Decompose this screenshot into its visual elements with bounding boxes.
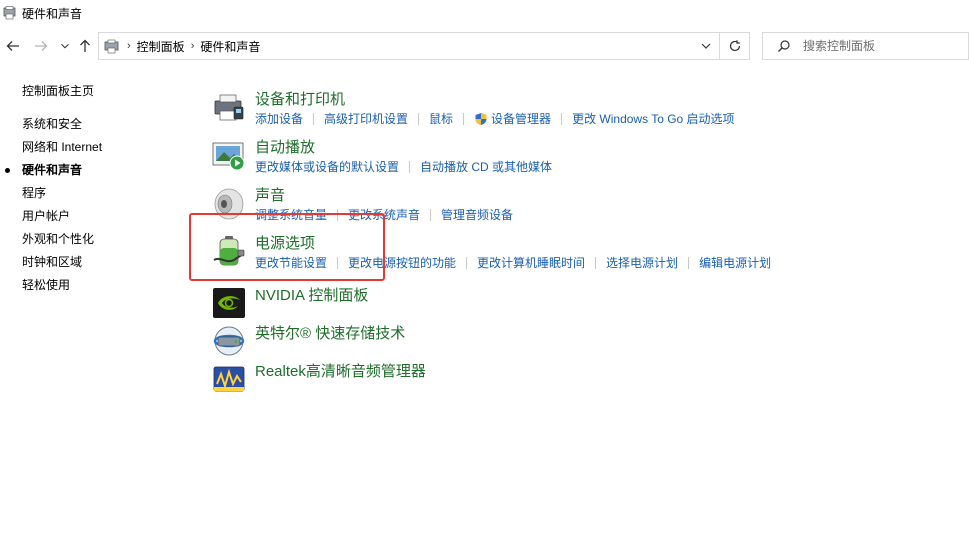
category-title[interactable]: 设备和打印机: [255, 88, 345, 109]
link-media-defaults[interactable]: 更改媒体或设备的默认设置: [255, 158, 399, 175]
sidebar-item-appearance[interactable]: 外观和个性化: [22, 232, 192, 255]
sidebar-item-clock-region[interactable]: 时钟和区域: [22, 255, 192, 278]
refresh-icon: [729, 40, 740, 52]
printer-icon: [214, 94, 244, 121]
sidebar-item-network[interactable]: 网络和 Internet: [22, 140, 192, 163]
link-sleep-time[interactable]: 更改计算机睡眠时间: [477, 254, 585, 271]
arrow-left-icon: [6, 41, 19, 51]
link-separator: [430, 208, 432, 221]
highlight-box: [189, 213, 385, 281]
breadcrumb-hardware-sound[interactable]: 硬件和声音: [200, 38, 260, 55]
search-input[interactable]: [803, 39, 953, 53]
chevron-down-icon: [61, 43, 69, 49]
link-advanced-printer-setup[interactable]: 高级打印机设置: [324, 110, 408, 127]
navigation-bar: › 控制面板 › 硬件和声音: [0, 28, 969, 64]
breadcrumb-control-panel[interactable]: 控制面板: [137, 38, 185, 55]
breadcrumb-separator: ›: [127, 40, 131, 52]
arrow-up-icon: [80, 39, 90, 52]
forward-button[interactable]: [32, 36, 50, 56]
breadcrumb-separator: ›: [190, 40, 195, 52]
link-device-manager[interactable]: 设备管理器: [491, 110, 551, 127]
autoplay-icon: [212, 142, 245, 171]
category-title[interactable]: 自动播放: [255, 136, 315, 157]
link-autoplay-cd[interactable]: 自动播放 CD 或其他媒体: [420, 158, 552, 175]
hardware-sound-icon: [3, 6, 16, 20]
category-title[interactable]: NVIDIA 控制面板: [255, 284, 368, 305]
link-separator: [688, 256, 690, 269]
recent-locations-button[interactable]: [58, 36, 72, 56]
realtek-audio-icon: [213, 366, 245, 392]
address-bar[interactable]: › 控制面板 › 硬件和声音: [98, 32, 750, 60]
control-panel-icon: [104, 39, 119, 54]
sidebar-item-ease-of-access[interactable]: 轻松使用: [22, 278, 192, 301]
category-title[interactable]: Realtek高清晰音频管理器: [255, 360, 426, 381]
link-manage-audio-devices[interactable]: 管理音频设备: [441, 206, 513, 223]
sidebar-item-programs[interactable]: 程序: [22, 186, 192, 209]
category-links: 添加设备 高级打印机设置 鼠标 设备管理器 更改 Windows To Go 启…: [255, 110, 735, 127]
sidebar-item-home[interactable]: 控制面板主页: [22, 84, 192, 107]
uac-shield-icon: [475, 112, 487, 125]
sidebar-item-system-security[interactable]: 系统和安全: [22, 117, 192, 140]
up-button[interactable]: [76, 36, 94, 56]
link-separator: [313, 112, 315, 125]
title-bar: 硬件和声音: [0, 0, 969, 26]
search-icon: [778, 40, 790, 52]
link-windows-to-go[interactable]: 更改 Windows To Go 启动选项: [572, 110, 734, 127]
link-separator: [595, 256, 597, 269]
link-add-device[interactable]: 添加设备: [255, 110, 303, 127]
sidebar-item-hardware-sound[interactable]: 硬件和声音: [5, 163, 192, 186]
link-separator: [418, 112, 420, 125]
link-separator: [466, 256, 468, 269]
nvidia-icon: [213, 288, 245, 318]
chevron-down-icon[interactable]: [699, 39, 713, 53]
link-choose-power-plan[interactable]: 选择电源计划: [606, 254, 678, 271]
refresh-button[interactable]: [719, 33, 749, 59]
arrow-right-icon: [35, 41, 48, 51]
back-button[interactable]: [4, 36, 22, 56]
link-separator: [409, 160, 411, 173]
sidebar: 控制面板主页 系统和安全 网络和 Internet 硬件和声音 程序 用户帐户 …: [5, 84, 192, 301]
category-links: 更改媒体或设备的默认设置 自动播放 CD 或其他媒体: [255, 158, 552, 175]
sidebar-item-user-accounts[interactable]: 用户帐户: [22, 209, 192, 232]
link-mouse[interactable]: 鼠标: [429, 110, 453, 127]
link-separator: [561, 112, 563, 125]
link-edit-power-plan[interactable]: 编辑电源计划: [699, 254, 771, 271]
search-box[interactable]: [762, 32, 969, 60]
category-title[interactable]: 英特尔® 快速存储技术: [255, 322, 405, 343]
window-title: 硬件和声音: [22, 6, 83, 21]
category-title[interactable]: 声音: [255, 184, 285, 205]
intel-storage-icon: [213, 326, 245, 356]
link-separator: [463, 112, 465, 125]
